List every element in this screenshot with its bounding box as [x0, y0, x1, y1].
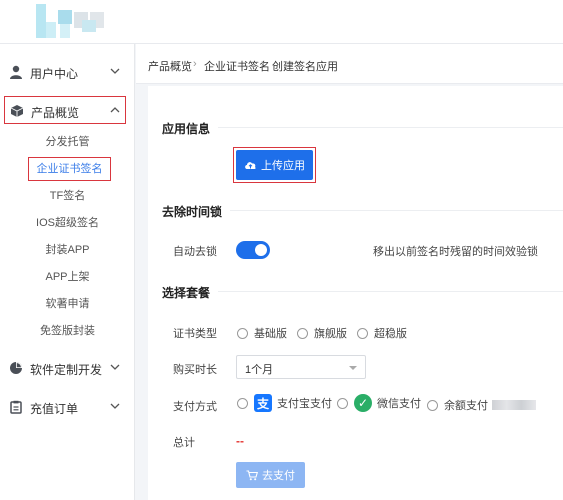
user-icon [10, 65, 22, 79]
auto-unlock-toggle[interactable] [236, 241, 270, 259]
radio-circle [427, 399, 438, 411]
section-title-time-lock: 去除时间锁 [162, 205, 223, 219]
sidebar-group-label: 充值订单 [30, 402, 79, 416]
pay-method-label: 支付方式 [173, 401, 217, 413]
pie-chart-icon [10, 362, 22, 374]
divider [230, 210, 563, 211]
upload-app-button[interactable]: 上传应用 [236, 150, 313, 180]
upload-app-label: 上传应用 [261, 160, 305, 172]
sidebar-group-user-center[interactable]: 用户中心 [0, 58, 135, 86]
alipay-icon: 支 [254, 394, 272, 412]
breadcrumb-item-product-overview[interactable]: 产品概览 [148, 58, 192, 74]
divider [218, 127, 563, 128]
balance-amount-redacted [492, 400, 536, 410]
sidebar-item-app-listing[interactable]: APP上架 [0, 267, 135, 287]
divider [218, 291, 563, 292]
chevron-up-icon [110, 107, 120, 113]
sidebar-group-custom-dev[interactable]: 软件定制开发 [0, 354, 135, 382]
radio-circle [237, 397, 248, 409]
duration-value: 1个月 [245, 364, 274, 376]
sidebar-group-label: 产品概览 [31, 106, 80, 120]
clipboard-icon [10, 400, 22, 414]
pay-balance-radio[interactable]: 余额支付 [427, 397, 536, 413]
radio-label: 基础版 [254, 328, 287, 340]
radio-circle [237, 327, 248, 339]
sidebar-item-ios-super-sign[interactable]: IOS超级签名 [0, 213, 135, 233]
top-header [0, 0, 563, 44]
auto-unlock-label: 自动去锁 [173, 246, 217, 258]
chevron-down-icon [110, 68, 120, 74]
sidebar-group-recharge-orders[interactable]: 充值订单 [0, 393, 135, 421]
chevron-down-icon [110, 403, 120, 409]
brand-logo[interactable] [34, 2, 114, 40]
radio-label: 超稳版 [374, 328, 407, 340]
cert-type-ultra-stable-radio[interactable]: 超稳版 [357, 325, 407, 341]
sidebar-item-wrap-app[interactable]: 封装APP [0, 240, 135, 260]
chevron-down-icon [110, 364, 120, 370]
radio-label: 余额支付 [444, 400, 488, 412]
duration-select[interactable]: 1个月 [236, 355, 366, 379]
sidebar-item-copyright-apply[interactable]: 软著申请 [0, 294, 135, 314]
sidebar-group-label: 用户中心 [30, 67, 79, 81]
wechat-icon: ✓ [354, 394, 372, 412]
radio-label: 微信支付 [377, 398, 421, 410]
breadcrumb-separator: › [261, 58, 265, 70]
cloud-upload-icon [245, 162, 256, 169]
pay-alipay-radio[interactable]: 支支付宝支付 [237, 394, 332, 412]
sidebar-item-distribution-hosting[interactable]: 分发托管 [0, 132, 135, 152]
caret-down-icon [349, 366, 357, 370]
sidebar: 用户中心 产品概览 分发托管 企业证书签名 TF签名 IOS超级签名 封装APP… [0, 44, 135, 500]
duration-label: 购买时长 [173, 364, 217, 376]
cert-type-basic-radio[interactable]: 基础版 [237, 325, 287, 341]
radio-label: 旗舰版 [314, 328, 347, 340]
auto-unlock-hint: 移出以前签名时残留的时间效验锁 [373, 246, 538, 258]
sidebar-item-unsigned-wrap[interactable]: 免签版封装 [0, 321, 135, 341]
sidebar-group-product-overview[interactable]: 产品概览 [4, 96, 126, 124]
cert-type-flagship-radio[interactable]: 旗舰版 [297, 325, 347, 341]
total-value: -- [236, 434, 244, 448]
sidebar-item-tf-sign[interactable]: TF签名 [0, 186, 135, 206]
toggle-knob [255, 244, 267, 256]
radio-circle [297, 327, 308, 339]
breadcrumb-separator: › [193, 58, 197, 70]
sidebar-group-label: 软件定制开发 [30, 363, 103, 377]
cart-icon [246, 469, 258, 480]
cube-icon [10, 105, 24, 117]
breadcrumb: 产品概览 › 企业证书签名 › 创建签名应用 [136, 44, 563, 84]
main-form-panel: 应用信息 上传应用 去除时间锁 自动去锁 移出以前签名时残留的时间效验锁 选择套… [148, 86, 563, 500]
radio-circle [337, 397, 348, 409]
go-pay-label: 去支付 [262, 470, 295, 482]
breadcrumb-item-current: 创建签名应用 [272, 61, 338, 73]
sidebar-item-enterprise-cert-sign[interactable]: 企业证书签名 [28, 157, 111, 181]
radio-label: 支付宝支付 [277, 398, 332, 410]
pay-wechat-radio[interactable]: ✓ 微信支付 [337, 394, 421, 412]
go-pay-button[interactable]: 去支付 [236, 462, 305, 488]
cert-type-label: 证书类型 [173, 328, 217, 340]
radio-circle [357, 327, 368, 339]
section-title-app-info: 应用信息 [162, 122, 211, 136]
section-title-package: 选择套餐 [162, 286, 211, 300]
total-label: 总计 [173, 437, 195, 449]
